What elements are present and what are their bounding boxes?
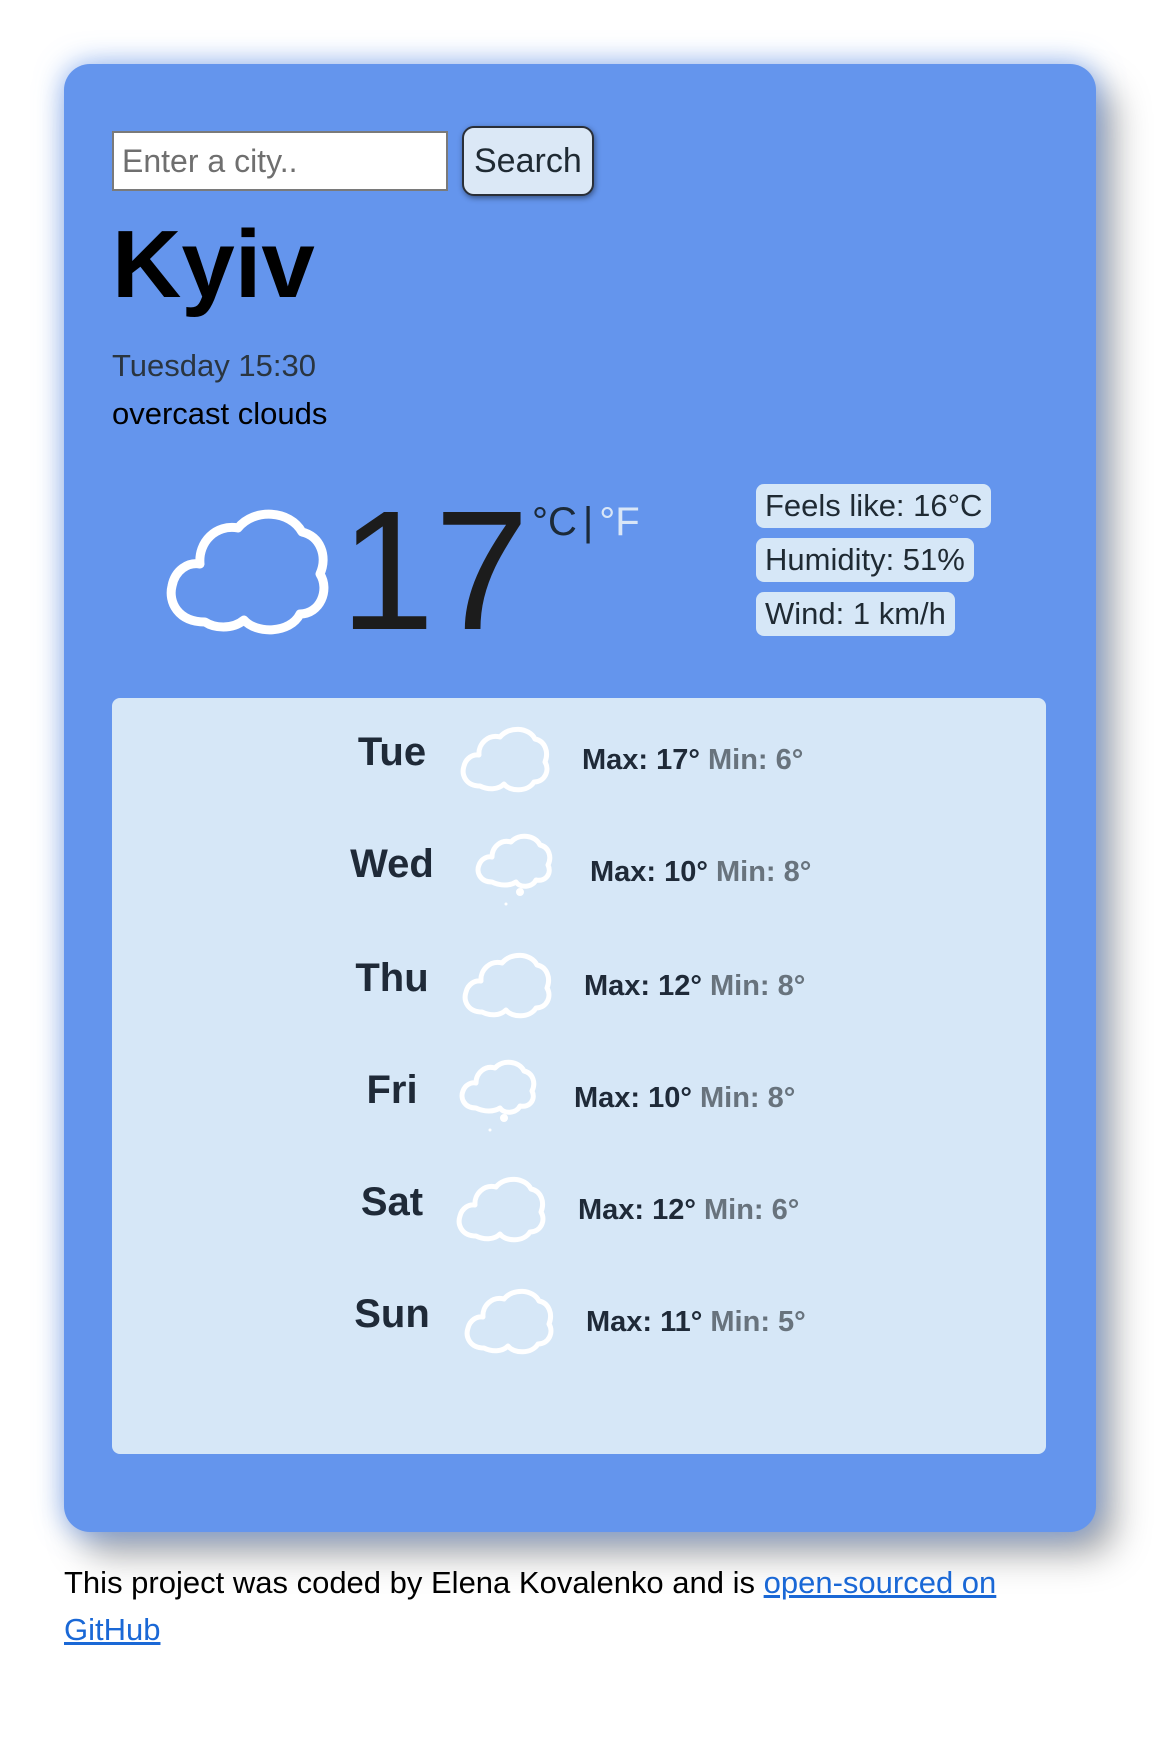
city-search-input[interactable]	[112, 131, 448, 191]
weather-details: Feels like: 16°C Humidity: 51% Wind: 1 k…	[756, 484, 992, 646]
forecast-min: Min: 6°	[703, 1194, 800, 1226]
rain-cloud-icon	[475, 833, 553, 906]
weather-description: overcast clouds	[112, 396, 328, 431]
forecast-row: Tue Max: 17° Min: 6°	[112, 698, 1046, 798]
city-name: Kyiv	[112, 211, 315, 318]
cloud-icon	[166, 509, 329, 635]
forecast-row: Thu Max: 12° Min: 8°	[112, 924, 1046, 1024]
forecast-max: Max: 10°	[574, 1082, 692, 1114]
footer: This project was coded by Elena Kovalenk…	[64, 1560, 1064, 1653]
cloud-icon	[462, 952, 552, 1019]
forecast-min: Min: 8°	[709, 970, 806, 1002]
forecast-min: Min: 8°	[715, 856, 812, 888]
rain-cloud-icon	[459, 1059, 537, 1132]
forecast-max: Max: 12°	[584, 970, 702, 1002]
forecast-panel: Tue Max: 17° Min: 6° Wed Max: 10° Min: 8° …	[112, 698, 1046, 1454]
forecast-row: Sat Max: 12° Min: 6°	[112, 1148, 1046, 1248]
forecast-day: Fri	[366, 1068, 418, 1112]
weather-card: Search Kyiv Tuesday 15:30 overcast cloud…	[64, 64, 1096, 1532]
forecast-temps: Max: 11° Min: 5°	[586, 1306, 806, 1339]
current-temperature: 17	[340, 476, 530, 666]
forecast-day: Thu	[355, 956, 429, 1000]
wind-speed: Wind: 1 km/h	[756, 592, 955, 636]
forecast-max: Max: 10°	[590, 856, 708, 888]
celsius-link[interactable]: °C	[532, 500, 577, 544]
forecast-temps: Max: 12° Min: 8°	[584, 970, 805, 1003]
forecast-min: Min: 6°	[707, 744, 804, 776]
forecast-temps: Max: 12° Min: 6°	[578, 1194, 799, 1227]
unit-separator: |	[582, 500, 594, 544]
forecast-temps: Max: 17° Min: 6°	[582, 744, 803, 777]
humidity: Humidity: 51%	[756, 538, 974, 582]
cloud-icon	[460, 726, 550, 793]
cloud-icon	[456, 1176, 546, 1243]
forecast-row: Sun Max: 11° Min: 5°	[112, 1260, 1046, 1360]
forecast-temps: Max: 10° Min: 8°	[574, 1082, 795, 1115]
unit-toggle: °C | °F	[532, 500, 640, 545]
forecast-max: Max: 17°	[582, 744, 700, 776]
feels-like: Feels like: 16°C	[756, 484, 992, 528]
forecast-max: Max: 12°	[578, 1194, 696, 1226]
forecast-day: Tue	[357, 730, 427, 774]
forecast-row: Fri Max: 10° Min: 8°	[112, 1036, 1046, 1136]
forecast-min: Min: 8°	[699, 1082, 796, 1114]
forecast-temps: Max: 10° Min: 8°	[590, 856, 811, 889]
search-form: Search	[112, 126, 594, 196]
page: Search Kyiv Tuesday 15:30 overcast cloud…	[0, 0, 1160, 1758]
forecast-day: Sun	[354, 1292, 430, 1336]
cloud-icon	[464, 1288, 554, 1355]
forecast-max: Max: 11°	[586, 1306, 703, 1338]
forecast-row: Wed Max: 10° Min: 8°	[112, 810, 1046, 910]
footer-text: This project was coded by Elena Kovalenk…	[64, 1565, 764, 1600]
current-datetime: Tuesday 15:30	[112, 348, 316, 383]
forecast-day: Sat	[360, 1180, 424, 1224]
fahrenheit-link[interactable]: °F	[599, 500, 639, 544]
forecast-day: Wed	[350, 842, 434, 886]
search-button[interactable]: Search	[462, 126, 594, 196]
forecast-min: Min: 5°	[710, 1306, 806, 1338]
